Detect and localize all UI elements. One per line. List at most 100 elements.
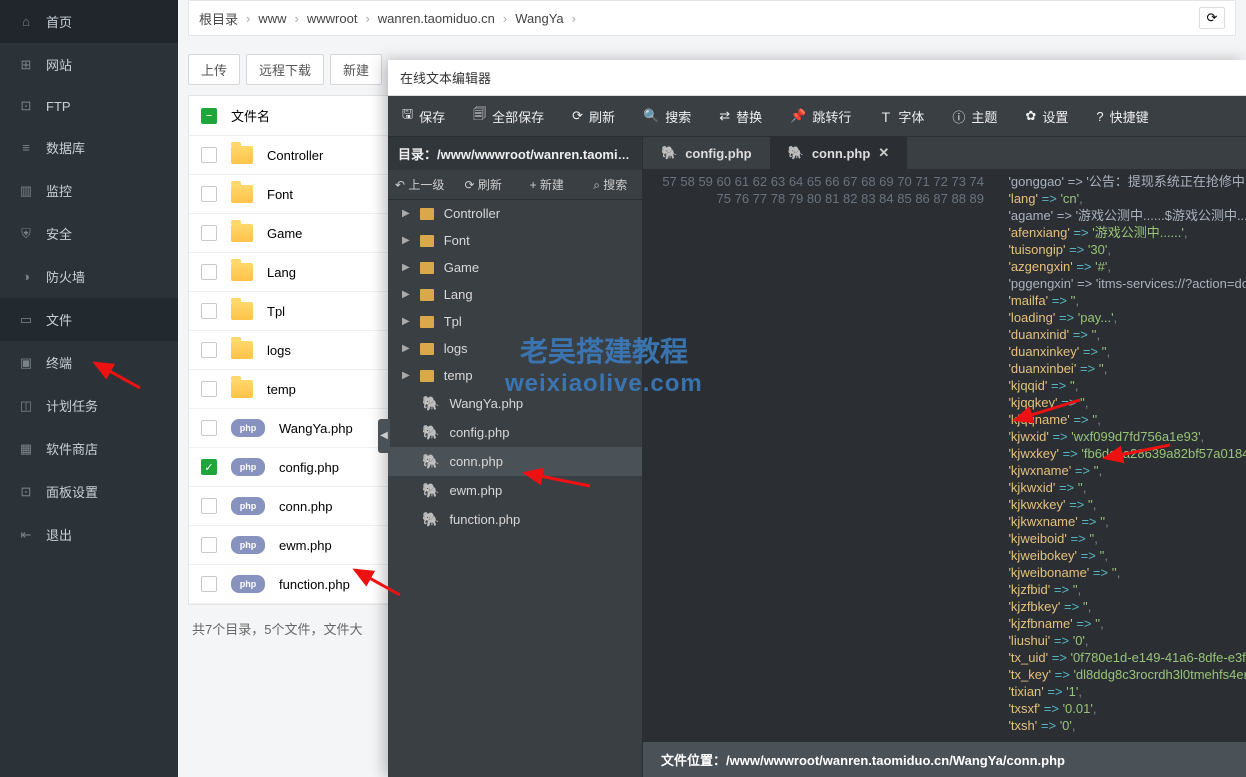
file-name: WangYa.php: [279, 421, 353, 436]
sidebar-item-files[interactable]: ▭文件: [0, 298, 178, 341]
editor-tab[interactable]: 🐘 config.php: [643, 137, 770, 169]
tree-item[interactable]: 🐘conn.php: [388, 447, 642, 476]
sidebar-item-cron[interactable]: ◫计划任务: [0, 384, 178, 427]
editor-tb-搜索[interactable]: 🔍搜索: [629, 96, 705, 136]
editor-tb-跳转行[interactable]: 📌跳转行: [776, 96, 865, 136]
tree-item[interactable]: ▶Game: [388, 254, 642, 281]
editor-tb-主题[interactable]: ⓘ主题: [938, 96, 1011, 136]
tree-item[interactable]: 🐘function.php: [388, 505, 642, 534]
file-checkbox[interactable]: [201, 576, 217, 592]
folder-icon: [231, 302, 253, 320]
appstore-icon: ▦: [18, 441, 34, 457]
tree-item[interactable]: ▶Lang: [388, 281, 642, 308]
sidebar-item-firewall[interactable]: ◑防火墙: [0, 255, 178, 298]
folder-icon: [231, 146, 253, 164]
sidebar-item-ftp[interactable]: ⊡FTP: [0, 86, 178, 126]
ftp-icon: ⊡: [18, 98, 34, 114]
chevron-icon: ▶: [402, 235, 410, 246]
editor-tb-刷新[interactable]: ⟳刷新: [558, 96, 629, 136]
chevron-icon: ▶: [402, 316, 410, 327]
sidebar-item-terminal[interactable]: ▣终端: [0, 341, 178, 384]
php-icon: php: [231, 419, 265, 437]
tree-refresh-button[interactable]: ⟳ 刷新: [452, 170, 516, 199]
new-button[interactable]: 新建: [330, 54, 382, 85]
collapse-handle[interactable]: ◀: [378, 419, 390, 453]
sidebar-item-security[interactable]: ⛨安全: [0, 212, 178, 255]
breadcrumb-item[interactable]: www: [258, 11, 286, 26]
sidebar-item-database[interactable]: ≡数据库: [0, 126, 178, 169]
editor-tb-设置[interactable]: ✿设置: [1011, 96, 1082, 136]
folder-icon: [420, 343, 434, 355]
editor-panel: ◀ 在线文本编辑器 🖫保存🗐全部保存⟳刷新🔍搜索⇄替换📌跳转行Ｔ字体ⓘ主题✿设置…: [388, 60, 1246, 777]
terminal-icon: ▣: [18, 355, 34, 371]
file-checkbox[interactable]: [201, 420, 217, 436]
file-checkbox[interactable]: [201, 498, 217, 514]
breadcrumb-item[interactable]: 根目录: [199, 9, 238, 28]
folder-icon: [420, 370, 434, 382]
breadcrumb-item[interactable]: wwwroot: [307, 11, 358, 26]
editor-tb-字体[interactable]: Ｔ字体: [865, 96, 938, 136]
sidebar-label: 文件: [46, 310, 72, 329]
refresh-button[interactable]: ⟳: [1199, 7, 1225, 29]
editor-tb-全部保存[interactable]: 🗐全部保存: [459, 96, 558, 136]
file-name: Controller: [267, 148, 323, 163]
php-icon: php: [231, 575, 265, 593]
tree-new-button[interactable]: + 新建: [515, 170, 579, 199]
select-all-checkbox[interactable]: −: [201, 108, 217, 124]
sidebar-item-site[interactable]: ⊞网站: [0, 43, 178, 86]
file-checkbox[interactable]: [201, 303, 217, 319]
sidebar-label: 面板设置: [46, 482, 98, 501]
sidebar-item-home[interactable]: ⌂首页: [0, 0, 178, 43]
tree-item[interactable]: 🐘ewm.php: [388, 476, 642, 505]
sidebar-item-monitor[interactable]: ▥监控: [0, 169, 178, 212]
tree-up-button[interactable]: ↶ 上一级: [388, 170, 452, 199]
code-editor[interactable]: 57 58 59 60 61 62 63 64 65 66 67 68 69 7…: [643, 169, 1246, 742]
file-checkbox[interactable]: [201, 225, 217, 241]
status-bar: 文件位置：/www/wwwroot/wanren.taomiduo.cn/Wan…: [643, 742, 1246, 777]
tree-item[interactable]: ▶logs: [388, 335, 642, 362]
sidebar-item-settings[interactable]: ⊡面板设置: [0, 470, 178, 513]
php-icon: 🐘: [422, 511, 439, 528]
editor-tb-快捷键[interactable]: ?快捷键: [1082, 96, 1162, 136]
close-icon[interactable]: ✕: [878, 145, 889, 161]
sidebar-item-logout[interactable]: ⇤退出: [0, 513, 178, 556]
tab-label: config.php: [685, 146, 751, 161]
tree-item[interactable]: ▶Font: [388, 227, 642, 254]
php-icon: 🐘: [661, 145, 677, 161]
file-checkbox[interactable]: [201, 381, 217, 397]
tree-item-label: conn.php: [449, 454, 503, 469]
site-icon: ⊞: [18, 57, 34, 73]
folder-icon: [231, 341, 253, 359]
file-name: Tpl: [267, 304, 285, 319]
file-checkbox[interactable]: [201, 537, 217, 553]
sidebar-item-appstore[interactable]: ▦ 软件商店: [0, 427, 178, 470]
tree-item[interactable]: 🐘WangYa.php: [388, 389, 642, 418]
tree-item[interactable]: 🐘config.php: [388, 418, 642, 447]
folder-icon: [420, 316, 434, 328]
file-checkbox[interactable]: [201, 186, 217, 202]
file-checkbox[interactable]: [201, 264, 217, 280]
file-checkbox[interactable]: ✓: [201, 459, 217, 475]
folder-icon: [420, 262, 434, 274]
breadcrumb-item[interactable]: wanren.taomiduo.cn: [378, 11, 495, 26]
tree-search-button[interactable]: ⌕ 搜索: [579, 170, 643, 199]
editor-tb-保存[interactable]: 🖫保存: [388, 96, 459, 136]
editor-tb-替换[interactable]: ⇄替换: [705, 96, 776, 136]
breadcrumb-item[interactable]: WangYa: [515, 11, 563, 26]
file-checkbox[interactable]: [201, 342, 217, 358]
upload-button[interactable]: 上传: [188, 54, 240, 85]
file-name: Font: [267, 187, 293, 202]
toolbar-icon: ⟳: [572, 108, 583, 124]
tree-item-label: logs: [444, 341, 468, 356]
folder-icon: [231, 380, 253, 398]
file-checkbox[interactable]: [201, 147, 217, 163]
logout-icon: ⇤: [18, 527, 34, 543]
editor-title: 在线文本编辑器: [388, 60, 1246, 96]
sidebar-label: 软件商店: [46, 439, 98, 458]
tree-item[interactable]: ▶temp: [388, 362, 642, 389]
tree-item[interactable]: ▶Tpl: [388, 308, 642, 335]
remote-download-button[interactable]: 远程下载: [246, 54, 324, 85]
tree-item[interactable]: ▶Controller: [388, 200, 642, 227]
editor-tab[interactable]: 🐘conn.php✕: [770, 137, 908, 169]
toolbar-label: 保存: [419, 107, 445, 126]
